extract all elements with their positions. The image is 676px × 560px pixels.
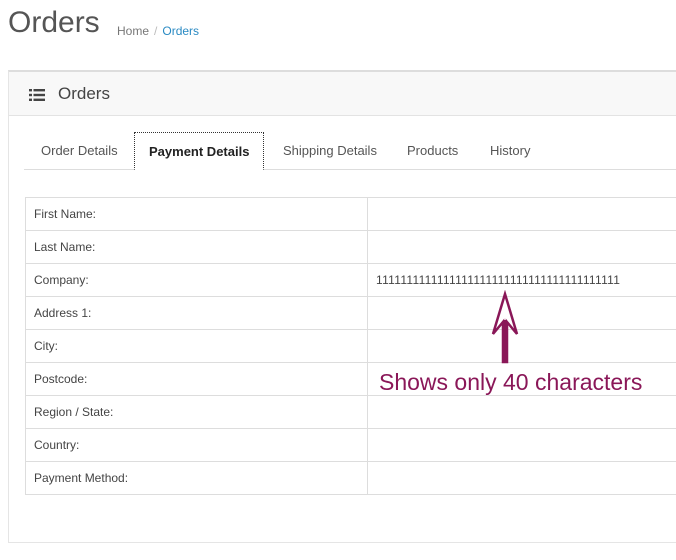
city-value xyxy=(367,329,676,363)
last-name-label: Last Name: xyxy=(25,230,368,264)
page-title: Orders xyxy=(8,6,100,39)
table-row: Address 1: xyxy=(25,296,676,330)
first-name-label: First Name: xyxy=(25,197,368,231)
table-row: Company: 1111111111111111111111111111111… xyxy=(25,263,676,297)
panel-heading: Orders xyxy=(9,72,676,116)
first-name-value xyxy=(367,197,676,231)
table-row: Payment Method: xyxy=(25,461,676,495)
company-label: Company: xyxy=(25,263,368,297)
tab-payment-details[interactable]: Payment Details xyxy=(134,132,265,170)
address-1-value xyxy=(367,296,676,330)
tab-order-details[interactable]: Order Details xyxy=(41,132,118,169)
breadcrumb-separator: / xyxy=(154,24,158,38)
table-row: City: xyxy=(25,329,676,363)
payment-method-value xyxy=(367,461,676,495)
breadcrumb-orders-link[interactable]: Orders xyxy=(162,24,199,38)
country-value xyxy=(367,428,676,462)
city-label: City: xyxy=(25,329,368,363)
postcode-label: Postcode: xyxy=(25,362,368,396)
last-name-value xyxy=(367,230,676,264)
annotation-text: Shows only 40 characters xyxy=(379,369,643,395)
country-label: Country: xyxy=(25,428,368,462)
table-row: Last Name: xyxy=(25,230,676,264)
annotation-up-arrow-icon xyxy=(490,289,520,370)
table-row: First Name: xyxy=(25,197,676,231)
tab-history[interactable]: History xyxy=(490,132,530,169)
company-value: 1111111111111111111111111111111111111111 xyxy=(367,263,676,297)
order-tabs: Order Details Payment Details Shipping D… xyxy=(24,132,676,170)
breadcrumb-home-link[interactable]: Home xyxy=(117,24,149,38)
orders-panel: Orders Order Details Payment Details Shi… xyxy=(8,70,676,543)
list-icon xyxy=(29,88,45,101)
payment-method-label: Payment Method: xyxy=(25,461,368,495)
region-state-label: Region / State: xyxy=(25,395,368,429)
region-state-value xyxy=(367,395,676,429)
panel-title: Orders xyxy=(58,84,110,103)
table-row: Region / State: xyxy=(25,395,676,429)
table-row: Country: xyxy=(25,428,676,462)
breadcrumb: Home / Orders xyxy=(117,24,199,38)
tab-products[interactable]: Products xyxy=(407,132,458,169)
payment-details-table: First Name: Last Name: Company: 11111111… xyxy=(25,197,676,495)
address-1-label: Address 1: xyxy=(25,296,368,330)
tab-shipping-details[interactable]: Shipping Details xyxy=(283,132,377,169)
